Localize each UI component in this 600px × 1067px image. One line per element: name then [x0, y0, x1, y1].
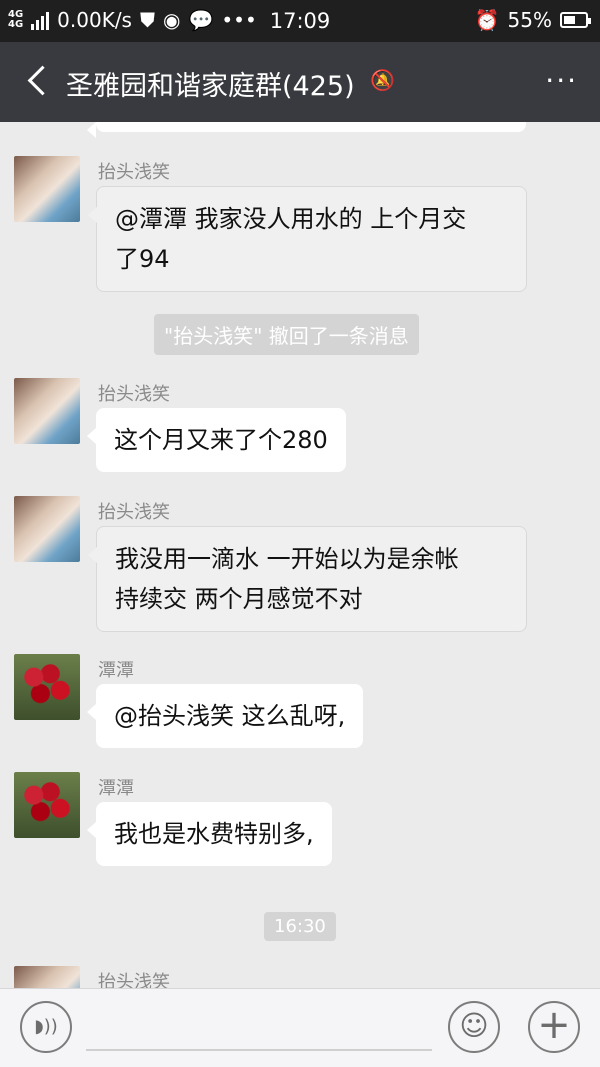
chat-title: 圣雅园和谐家庭群(425)	[66, 71, 355, 102]
message-input[interactable]	[86, 1049, 432, 1051]
avatar[interactable]	[14, 378, 80, 444]
status-bar: 4G 4G 0.00K/s ⛊ ◉ 💬 ••• 17:09 ⏰ 55%	[0, 0, 600, 42]
voice-icon[interactable]: ◗))	[20, 1001, 72, 1053]
sender-name: 潭潭	[98, 660, 134, 681]
message-text: 我也是水费特别多,	[114, 820, 314, 848]
timestamp: 16:30	[264, 912, 336, 941]
sender-name: 抬头浅笑	[98, 972, 170, 988]
chat-header: 圣雅园和谐家庭群(425) 🔕 ···	[0, 42, 600, 122]
previous-message-bubble[interactable]	[87, 122, 526, 138]
plus-icon[interactable]: +	[528, 1001, 580, 1053]
message-text: 我没用一滴水 一开始以为是余帐	[115, 545, 459, 573]
sender-name: 潭潭	[98, 778, 134, 799]
message-bubble[interactable]: 我没用一滴水 一开始以为是余帐 持续交 两个月感觉不对	[88, 526, 527, 632]
avatar[interactable]	[14, 156, 80, 222]
message-text: 持续交 两个月感觉不对	[115, 585, 363, 613]
message-bubble[interactable]: @潭潭 我家没人用水的 上个月交 了94	[88, 186, 527, 292]
sender-name: 抬头浅笑	[98, 162, 170, 183]
more-options-button[interactable]: ···	[545, 64, 578, 97]
avatar[interactable]	[14, 772, 80, 838]
avatar[interactable]	[14, 966, 80, 988]
alarm-icon: ⏰	[474, 8, 500, 32]
muted-bell-icon: 🔕	[370, 68, 395, 92]
input-bar: ◗)) ☺ +	[0, 988, 600, 1067]
message-text: 这个月又来了个280	[114, 426, 328, 454]
system-message: "抬头浅笑" 撤回了一条消息	[154, 314, 419, 355]
message-text: @抬头浅笑 这么乱呀,	[114, 702, 346, 730]
back-arrow-icon[interactable]	[22, 62, 56, 102]
chat-area[interactable]: 抬头浅笑 @潭潭 我家没人用水的 上个月交 了94 "抬头浅笑" 撤回了一条消息…	[0, 122, 600, 988]
sender-name: 抬头浅笑	[98, 384, 170, 405]
message-bubble[interactable]: 我也是水费特别多,	[87, 802, 332, 866]
battery-icon	[560, 12, 591, 28]
message-bubble[interactable]: @抬头浅笑 这么乱呀,	[86, 684, 364, 748]
status-right: ⏰ 55%	[474, 8, 591, 32]
emoji-icon[interactable]: ☺	[448, 1001, 500, 1053]
message-text: 了94	[115, 245, 170, 273]
sender-name: 抬头浅笑	[98, 502, 170, 523]
message-text: @潭潭 我家没人用水的 上个月交	[115, 205, 467, 233]
message-bubble[interactable]: 这个月又来了个280	[87, 408, 346, 472]
battery-percent: 55%	[507, 8, 552, 32]
battery-fill	[564, 16, 575, 24]
avatar[interactable]	[14, 496, 80, 562]
avatar[interactable]	[14, 654, 80, 720]
